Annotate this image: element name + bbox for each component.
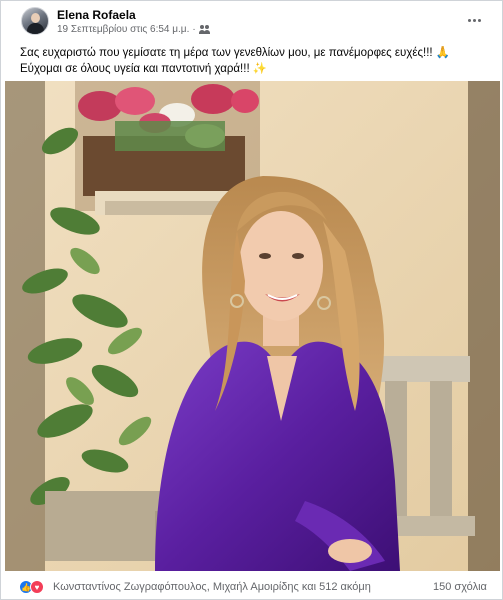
love-icon[interactable]: ♥ — [30, 580, 44, 594]
author-name[interactable]: Elena Rofaela — [57, 8, 136, 22]
post-timestamp[interactable]: 19 Σεπτεμβρίου στις 6:54 μ.μ. — [57, 24, 189, 35]
post-photo[interactable] — [5, 81, 500, 571]
post-footer: 👍 ♥ Κωνσταντίνος Ζωγραφόπουλος, Μιχαήλ Α… — [1, 573, 503, 600]
sparkles-icon: ✨ — [252, 63, 268, 75]
post-header: Elena Rofaela 19 Σεπτεμβρίου στις 6:54 μ… — [1, 1, 503, 41]
reaction-icons[interactable]: 👍 ♥ — [19, 580, 44, 594]
post-text-line-2: Εύχομαι σε όλους υγεία και παντοτινή χαρ… — [20, 63, 268, 75]
post-text: Σας ευχαριστώ που γεμίσατε τη μέρα των γ… — [20, 45, 490, 77]
facebook-post: Elena Rofaela 19 Σεπτεμβρίου στις 6:54 μ… — [0, 0, 503, 600]
meta-separator: · — [192, 24, 196, 35]
reactors-summary[interactable]: Κωνσταντίνος Ζωγραφόπουλος, Μιχαήλ Αμοιρ… — [53, 581, 371, 593]
author-avatar[interactable] — [21, 7, 49, 35]
comments-count[interactable]: 150 σχόλια — [433, 581, 487, 593]
post-text-line-1: Σας ευχαριστώ που γεμίσατε τη μέρα των γ… — [20, 47, 451, 59]
praying-hands-icon: 🙏 — [435, 47, 451, 59]
more-options-icon[interactable] — [463, 11, 485, 29]
post-meta: 19 Σεπτεμβρίου στις 6:54 μ.μ. · — [57, 24, 210, 35]
friends-icon[interactable] — [198, 25, 210, 34]
